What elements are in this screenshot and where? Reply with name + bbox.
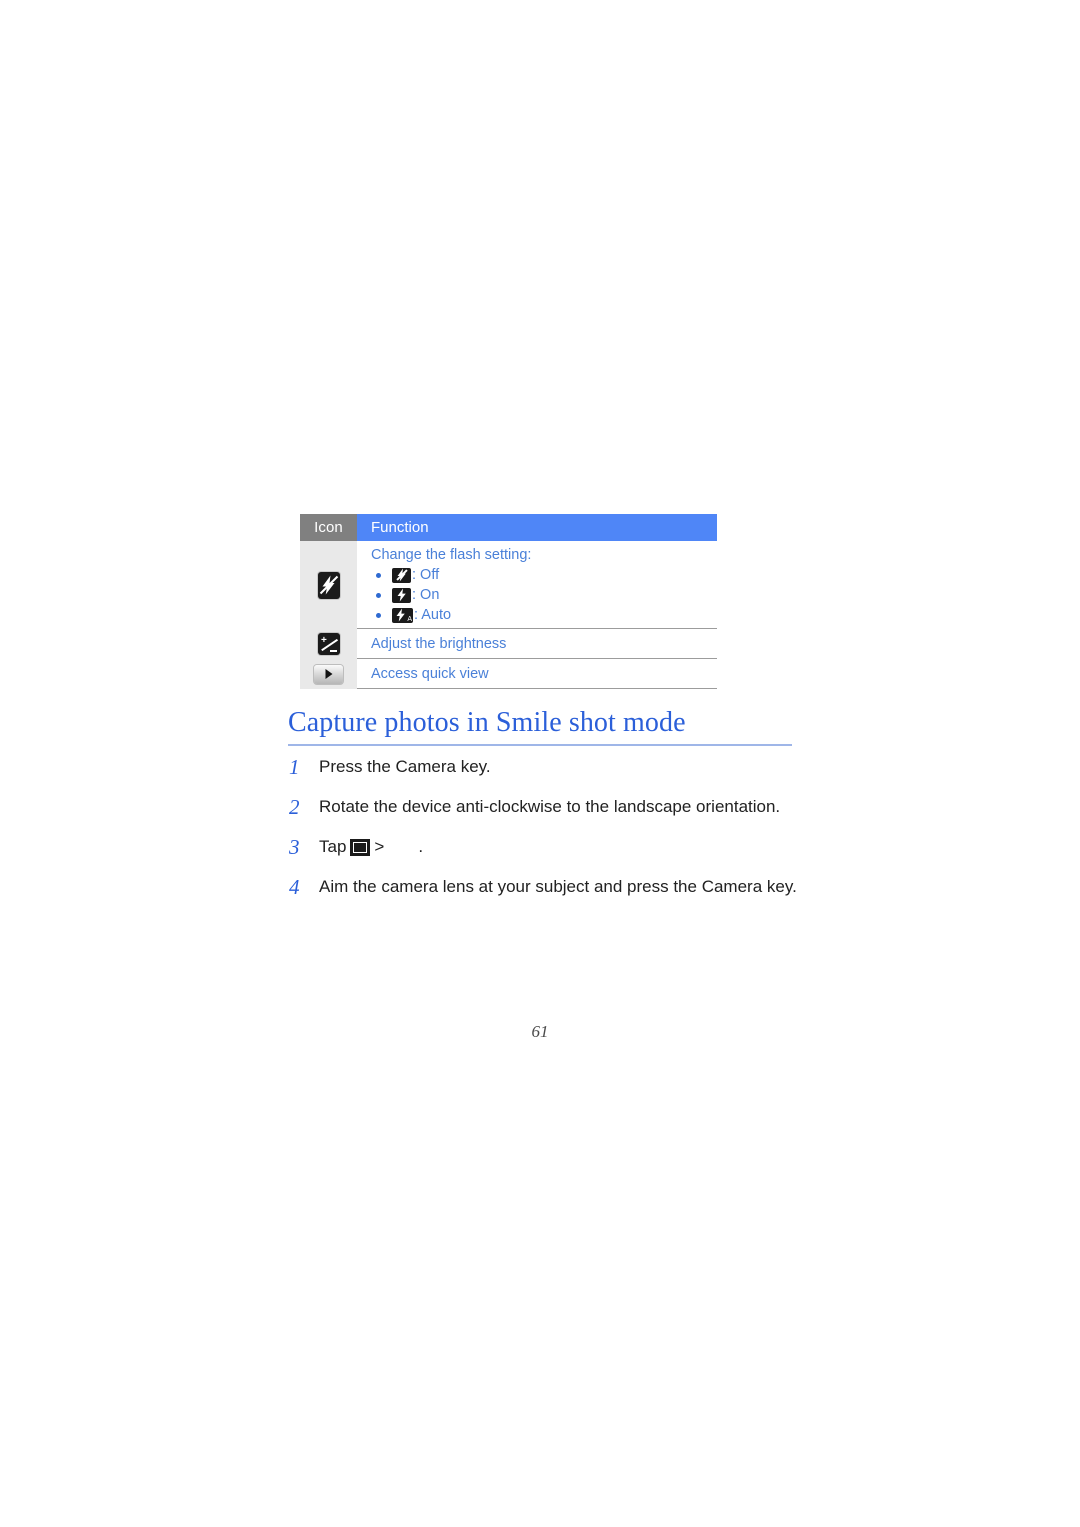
bullet-dot-icon	[376, 592, 381, 598]
list-item-label: : On	[412, 587, 440, 603]
table-cell-function: Adjust the brightness	[357, 629, 717, 659]
step-text: Aim the camera lens at your subject and …	[319, 877, 797, 896]
step-text-suffix: .	[418, 837, 424, 856]
table-cell-icon	[300, 659, 357, 689]
list-item: A : Auto	[371, 605, 717, 625]
step-number: 2	[289, 795, 300, 819]
table-row: Change the flash setting: : Off: On A:…	[300, 541, 717, 629]
list-item: : On	[371, 585, 717, 605]
step-text: Tap >.	[319, 834, 799, 860]
brightness-icon: +	[317, 633, 340, 655]
page-title: Capture photos in Smile shot mode	[288, 707, 686, 738]
shooting-mode-icon	[350, 839, 371, 856]
step-text-prefix: Tap	[319, 837, 347, 856]
auto-letter-icon: A	[407, 615, 412, 623]
list-item-label: : Off	[412, 567, 440, 583]
play-triangle-icon	[325, 669, 332, 679]
step-number: 1	[289, 755, 300, 779]
function-title: Change the flash setting:	[371, 547, 532, 563]
column-header-icon: Icon	[300, 514, 357, 541]
flash-on-icon	[392, 587, 411, 603]
minus-sign-icon	[329, 650, 337, 652]
function-title: Access quick view	[371, 665, 489, 682]
list-item: 3 Tap >.	[289, 834, 799, 860]
table-cell-icon	[300, 541, 357, 629]
plus-sign-icon: +	[321, 635, 327, 646]
list-item: : Off	[371, 565, 717, 585]
list-item: 4 Aim the camera lens at your subject an…	[289, 874, 799, 900]
list-item-label: : Auto	[414, 607, 452, 623]
list-item: 2 Rotate the device anti-clockwise to th…	[289, 794, 799, 820]
table-row: + Adjust the brightness	[300, 629, 717, 659]
step-text: Press the Camera key.	[319, 757, 491, 776]
bullet-dot-icon	[376, 612, 381, 618]
quick-view-icon	[314, 664, 343, 684]
column-header-function: Function	[357, 514, 717, 541]
list-item: 1 Press the Camera key.	[289, 754, 799, 780]
step-text-separator: >	[374, 837, 385, 856]
table-cell-function: Change the flash setting: : Off: On A:…	[357, 541, 717, 629]
section-heading: Capture photos in Smile shot mode	[288, 706, 792, 746]
flash-off-icon	[392, 567, 411, 583]
step-number: 4	[289, 875, 300, 899]
function-title: Adjust the brightness	[371, 635, 507, 652]
step-list: 1 Press the Camera key. 2 Rotate the dev…	[289, 754, 799, 914]
table-cell-icon: +	[300, 629, 357, 659]
table-header-row: Icon Function	[300, 514, 717, 541]
icon-function-table: Icon Function Change the flash setting:	[300, 514, 717, 689]
table-row: Access quick view	[300, 659, 717, 689]
step-text: Rotate the device anti-clockwise to the …	[319, 797, 781, 816]
flash-off-icon	[317, 571, 340, 599]
step-number: 3	[289, 835, 300, 859]
page-number: 61	[531, 1022, 549, 1041]
flash-auto-icon: A	[392, 607, 413, 623]
manual-page: Icon Function Change the flash setting:	[0, 0, 1080, 1527]
table-cell-function: Access quick view	[357, 659, 717, 689]
bullet-dot-icon	[376, 572, 381, 578]
heading-divider	[288, 744, 792, 746]
